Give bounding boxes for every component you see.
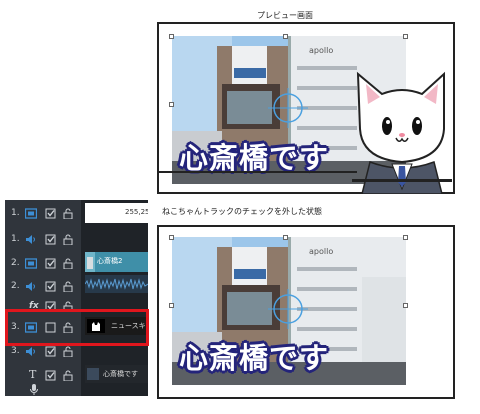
white-clip[interactable]: 255,255 (85, 203, 148, 223)
subtitle-text: 心斎橋です (179, 341, 330, 375)
transform-handle[interactable] (169, 303, 174, 308)
clip-label: 255,255 (125, 208, 148, 216)
track-checkbox[interactable] (45, 208, 57, 219)
track-checkbox[interactable] (45, 281, 57, 292)
track-checkbox[interactable] (45, 346, 57, 357)
lock-icon[interactable] (62, 370, 74, 381)
preview-screen-without-cat: apollo 心斎橋です (157, 225, 455, 399)
track-header-audio-2[interactable]: 2. (5, 276, 81, 298)
track-number: 2. (11, 281, 20, 291)
video-clip[interactable]: 心斎橋2 (85, 252, 148, 272)
track-area: 255,255 心斎橋2 ニュースキャ 心斎橋です (81, 200, 148, 396)
track-number: 1. (11, 208, 20, 218)
lock-icon[interactable] (62, 234, 74, 245)
lock-icon[interactable] (62, 208, 74, 219)
title-track-label: T (29, 368, 37, 381)
track-checkbox[interactable] (45, 370, 57, 381)
transform-handle[interactable] (169, 34, 174, 39)
text-clip-thumbnail (87, 368, 99, 380)
transform-handle[interactable] (403, 235, 408, 240)
text-clip[interactable]: 心斎橋です (85, 365, 148, 383)
lock-icon[interactable] (62, 281, 74, 292)
highlight-cat-track (5, 309, 149, 346)
transform-handle[interactable] (403, 303, 408, 308)
track-checkbox[interactable] (45, 234, 57, 245)
speaker-icon (26, 347, 35, 356)
track-number: 3. (11, 346, 20, 356)
transform-handle[interactable] (283, 235, 288, 240)
cat-character-icon (352, 71, 452, 194)
building-sign: apollo (309, 46, 334, 55)
track-header-video-1[interactable]: 1. (5, 203, 81, 225)
transform-handle[interactable] (169, 102, 174, 107)
video-track-icon (25, 208, 37, 219)
transform-handle[interactable] (403, 34, 408, 39)
track-number: 1. (11, 234, 20, 244)
video-track-icon (25, 258, 37, 269)
lock-icon[interactable] (62, 346, 74, 357)
transform-handle[interactable] (283, 34, 288, 39)
track-header-video-2[interactable]: 2. (5, 253, 81, 275)
clip-thumbnail (85, 252, 95, 272)
track-header-audio-1[interactable]: 1. (5, 229, 81, 251)
track-number: 2. (11, 258, 20, 268)
track-header-title[interactable]: T (5, 365, 81, 387)
clip-label: 心斎橋2 (97, 257, 123, 265)
lock-icon[interactable] (62, 258, 74, 269)
microphone-icon (30, 384, 38, 395)
preview-screen-with-cat: apollo 心斎橋です (157, 22, 455, 194)
caption-preview: プレビュー画面 (257, 11, 313, 20)
divider-line (159, 171, 357, 173)
timeline-panel: 1. 1. 2. 2. fx 3. 3. T 255,25 心斎橋2 ニュースキ… (5, 200, 148, 396)
speaker-icon (26, 282, 35, 291)
audio-clip[interactable] (85, 275, 148, 293)
caption-unchecked-state: ねこちゃんトラックのチェックを外した状態 (162, 207, 322, 216)
track-headers: 1. 1. 2. 2. fx 3. 3. T (5, 200, 81, 396)
waveform (85, 278, 148, 290)
speaker-icon (26, 235, 35, 244)
transform-handle[interactable] (169, 235, 174, 240)
clip-label: 心斎橋です (103, 370, 138, 378)
building-sign: apollo (309, 247, 334, 256)
track-checkbox[interactable] (45, 258, 57, 269)
